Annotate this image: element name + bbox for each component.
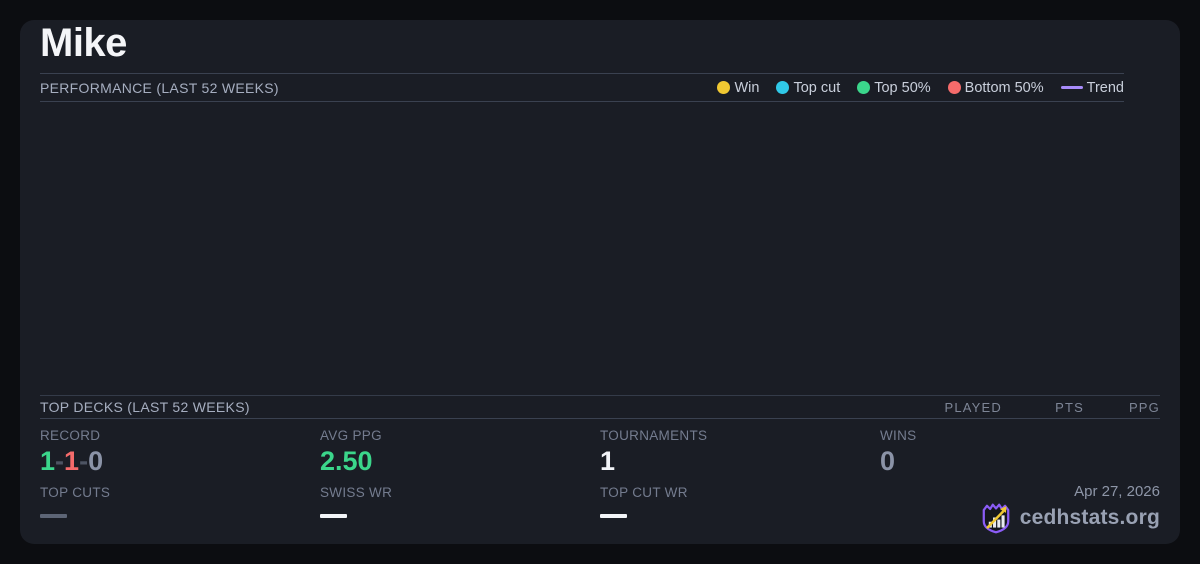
player-stats-card: Mike PERFORMANCE (LAST 52 WEEKS) Win Top … [20,20,1180,544]
record-separator: - [55,446,65,476]
stat-wins: WINS 0 [880,419,1160,476]
column-header-ppg: PPG [1128,399,1160,415]
card-date: Apr 27, 2026 [1074,483,1160,500]
card-footer: Apr 27, 2026 cedhstats.org [880,476,1160,535]
stat-wins-label: WINS [880,428,917,443]
stat-top-cuts: TOP CUTS [40,476,320,535]
stat-tournaments-value: 1 [600,446,616,476]
performance-chart-area [40,102,1160,395]
performance-section-title: PERFORMANCE (LAST 52 WEEKS) [40,79,279,96]
column-header-played: PLAYED [944,399,1002,415]
stat-swiss-wr: SWISS WR [320,476,600,535]
stat-record-label: RECORD [40,428,101,443]
record-wins: 1 [40,446,56,476]
brand: cedhstats.org [979,501,1160,535]
top-cut-dot-icon [776,81,790,94]
legend-label-trend: Trend [1086,79,1124,96]
stat-wins-value: 0 [880,446,896,476]
trend-line-icon [1060,86,1083,89]
legend-label-win: Win [734,79,760,96]
record-draws: 0 [88,446,104,476]
legend-item-top-cut: Top cut [776,80,840,96]
stat-tournaments: TOURNAMENTS 1 [600,419,880,476]
top-decks-section-title: TOP DECKS (LAST 52 WEEKS) [40,399,250,415]
stats-grid: RECORD 1-1-0 AVG PPG 2.50 TOURNAMENTS 1 … [40,419,1160,535]
stat-swiss-wr-label: SWISS WR [320,485,393,500]
legend-label-top-cut: Top cut [793,79,841,96]
page-title: Mike [40,21,127,65]
brand-link: cedhstats.org [1019,506,1160,529]
stat-top-cut-wr-value-dash [600,514,627,518]
performance-header: PERFORMANCE (LAST 52 WEEKS) Win Top cut To… [40,73,1124,102]
stat-top-cut-wr-label: TOP CUT WR [600,485,688,500]
legend-item-top-50: Top 50% [857,79,931,96]
stat-swiss-wr-value-dash [320,514,347,518]
top-decks-column-headers: PLAYED PTS PPG [912,400,1160,415]
top-decks-header: TOP DECKS (LAST 52 WEEKS) PLAYED PTS PPG [40,395,1160,419]
stat-record: RECORD 1-1-0 [40,419,320,476]
record-separator: - [79,446,89,476]
top-50-dot-icon [857,81,871,94]
legend-label-bottom-50: Bottom 50% [964,79,1044,96]
stat-top-cuts-value-dash [40,514,67,518]
column-header-pts: PTS [1055,399,1084,415]
bottom-50-dot-icon [947,81,961,94]
chart-legend: Win Top cut Top 50% Bottom 50% Trend [717,80,1124,96]
stat-avg-ppg: AVG PPG 2.50 [320,419,600,476]
stat-avg-ppg-label: AVG PPG [320,428,382,443]
cedhstats-shield-logo-icon [982,503,1010,534]
stat-record-value: 1-1-0 [40,446,320,476]
legend-item-trend: Trend [1060,79,1124,96]
legend-label-top-50: Top 50% [874,79,931,96]
stat-avg-ppg-value: 2.50 [320,446,373,476]
win-dot-icon [717,81,731,94]
record-losses: 1 [64,446,80,476]
stat-top-cut-wr: TOP CUT WR [600,476,880,535]
legend-item-bottom-50: Bottom 50% [947,79,1044,96]
legend-item-win: Win [717,80,759,96]
stat-tournaments-label: TOURNAMENTS [600,428,708,443]
stat-top-cuts-label: TOP CUTS [40,485,111,500]
